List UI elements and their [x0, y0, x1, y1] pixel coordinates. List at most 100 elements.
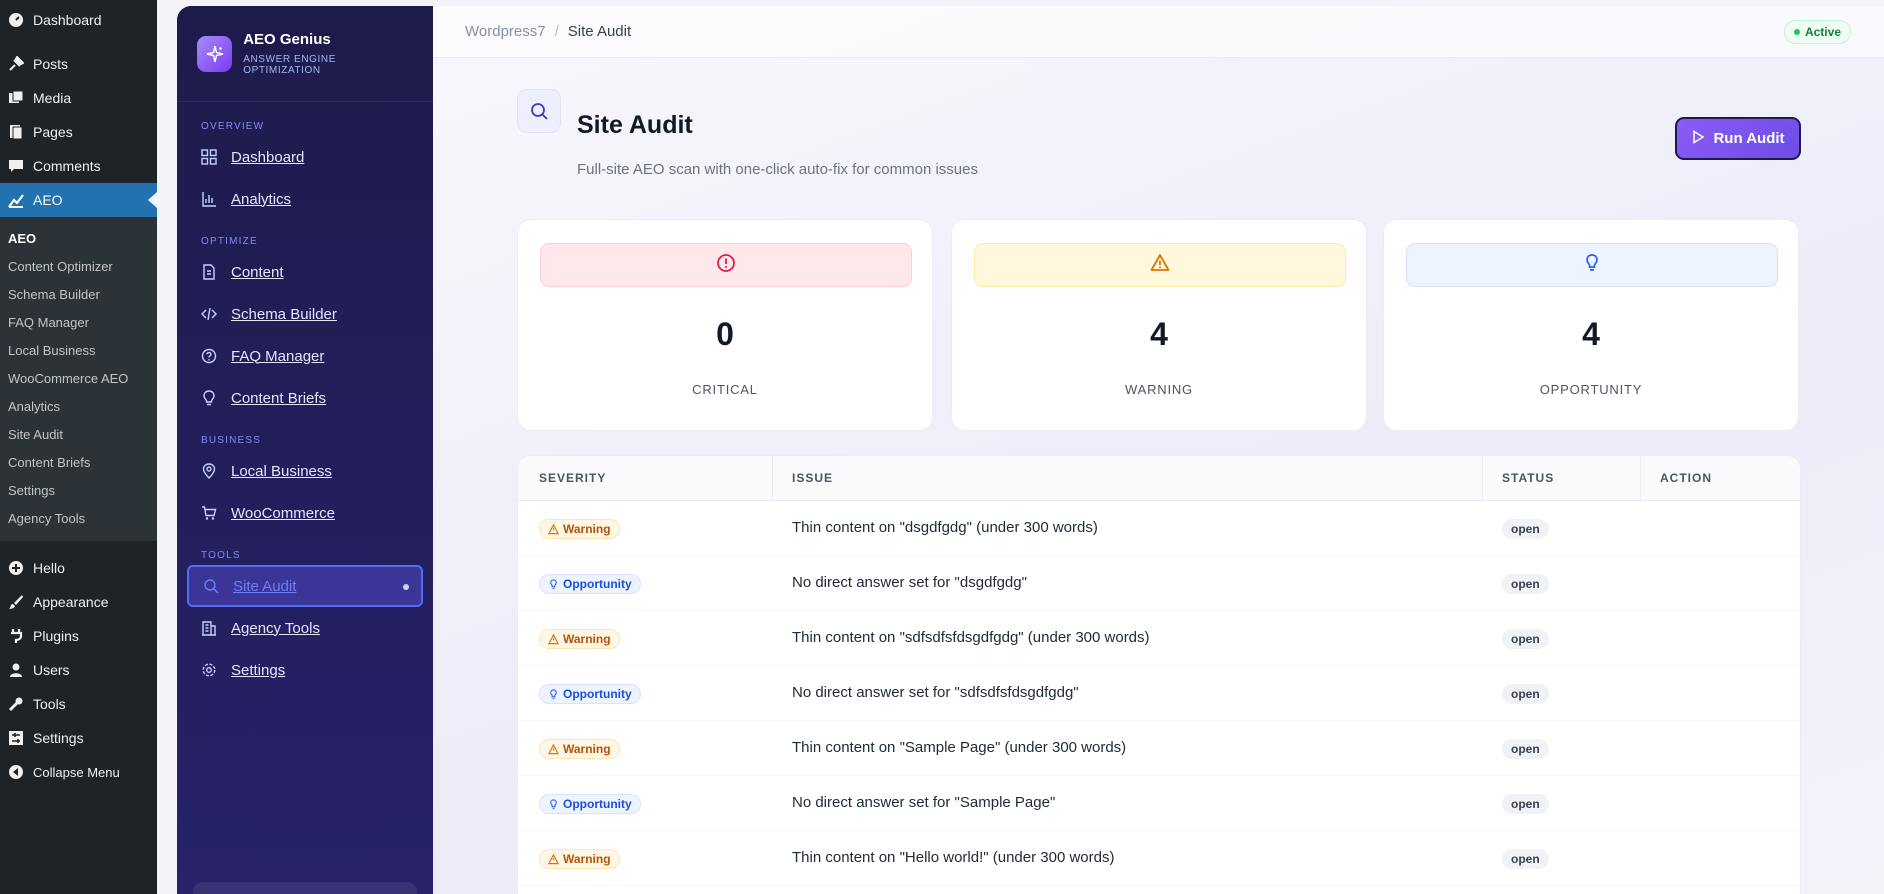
nav-woocommerce[interactable]: WooCommerce — [187, 492, 423, 534]
wp-menu-dashboard[interactable]: Dashboard — [0, 3, 157, 37]
warning-triangle-icon — [1150, 253, 1170, 278]
nav-agency-tools[interactable]: Agency Tools — [187, 607, 423, 649]
wp-submenu-item[interactable]: Site Audit — [0, 421, 157, 449]
wp-menu-label: Plugins — [33, 628, 79, 644]
wp-menu-hello[interactable]: Hello — [0, 551, 157, 585]
summary-card-critical: 0 CRITICAL — [517, 219, 933, 431]
gear-icon — [201, 662, 217, 678]
nav-analytics[interactable]: Analytics — [187, 178, 423, 220]
status-pill: open — [1502, 849, 1549, 869]
wp-menu-settings[interactable]: Settings — [0, 721, 157, 755]
status-pill: open — [1502, 739, 1549, 759]
nav-content-briefs[interactable]: Content Briefs — [187, 377, 423, 419]
search-icon — [203, 578, 219, 594]
severity-badge: Opportunity — [539, 794, 641, 814]
bar-chart-icon — [201, 191, 217, 207]
page-title: Site Audit — [577, 111, 693, 139]
wp-menu-plugins[interactable]: Plugins — [0, 619, 157, 653]
nav-dashboard[interactable]: Dashboard — [187, 136, 423, 178]
media-icon — [6, 88, 26, 108]
wp-submenu-item[interactable]: Settings — [0, 477, 157, 505]
active-dot — [403, 584, 409, 590]
wp-menu-label: Collapse Menu — [33, 764, 120, 780]
table-row: Warning Thin content on "Sample Page" (u… — [518, 721, 1800, 776]
wp-submenu-item[interactable]: AEO — [0, 225, 157, 253]
code-icon — [201, 306, 217, 322]
grid-icon — [201, 149, 217, 165]
severity-label: Opportunity — [563, 687, 632, 701]
nav-label: Content Briefs — [231, 389, 327, 407]
nav-local-business[interactable]: Local Business — [187, 450, 423, 492]
lightbulb-icon — [201, 390, 217, 406]
cart-icon — [201, 505, 217, 521]
nav-faq-manager[interactable]: FAQ Manager — [187, 335, 423, 377]
pages-icon — [6, 122, 26, 142]
summary-card-opportunity: 4 OPPORTUNITY — [1383, 219, 1799, 431]
issue-text: Thin content on "sdfsdfsfdsgdfgdg" (unde… — [792, 629, 1150, 646]
warning-triangle-icon — [548, 633, 559, 645]
sidebar-footer-card — [193, 882, 417, 894]
wp-menu-tools[interactable]: Tools — [0, 687, 157, 721]
severity-label: Warning — [563, 852, 611, 866]
header-divider — [1482, 456, 1483, 501]
severity-label: Warning — [563, 522, 611, 536]
nav-section-optimize: OPTIMIZE — [201, 236, 258, 247]
severity-badge: Warning — [539, 519, 620, 539]
run-audit-button[interactable]: Run Audit — [1675, 117, 1801, 160]
status-badge: Active — [1783, 20, 1851, 44]
lightbulb-icon — [548, 688, 559, 700]
nav-section-overview: OVERVIEW — [201, 121, 265, 132]
wp-submenu-item[interactable]: Schema Builder — [0, 281, 157, 309]
opportunity-band — [1406, 243, 1778, 287]
wp-menu-comments[interactable]: Comments — [0, 149, 157, 183]
header-status: STATUS — [1502, 471, 1555, 485]
status-pill: open — [1502, 519, 1549, 539]
nav-settings[interactable]: Settings — [187, 649, 423, 691]
header-issue: ISSUE — [792, 471, 834, 485]
wp-menu-posts[interactable]: Posts — [0, 47, 157, 81]
wp-submenu-item[interactable]: Content Briefs — [0, 449, 157, 477]
wp-menu-collapse[interactable]: Collapse Menu — [0, 755, 157, 789]
wp-submenu-item[interactable]: Local Business — [0, 337, 157, 365]
header-divider — [772, 456, 773, 501]
wp-menu-aeo[interactable]: AEO — [0, 183, 157, 217]
chart-icon — [6, 190, 26, 210]
critical-label: CRITICAL — [692, 382, 758, 397]
nav-label: Local Business — [231, 462, 332, 480]
wp-menu-users[interactable]: Users — [0, 653, 157, 687]
lightbulb-icon — [548, 578, 559, 590]
nav-label: Site Audit — [233, 577, 297, 595]
wp-submenu-item[interactable]: Content Optimizer — [0, 253, 157, 281]
wrench-icon — [6, 694, 26, 714]
map-pin-icon — [201, 463, 217, 479]
wp-submenu-item[interactable]: Agency Tools — [0, 505, 157, 533]
breadcrumb-root[interactable]: Wordpress7 — [465, 23, 546, 40]
issue-text: No direct answer set for "sdfsdfsfdsgdfg… — [792, 684, 1079, 701]
run-audit-label: Run Audit — [1713, 130, 1785, 147]
warning-count: 4 — [1150, 316, 1168, 352]
status-pill: open — [1502, 629, 1549, 649]
help-circle-icon — [201, 348, 217, 364]
wp-menu-appearance[interactable]: Appearance — [0, 585, 157, 619]
warning-band — [974, 243, 1346, 287]
search-icon — [517, 89, 561, 133]
wp-menu-label: Media — [33, 90, 72, 106]
wp-submenu-item[interactable]: WooCommerce AEO — [0, 365, 157, 393]
wp-menu-pages[interactable]: Pages — [0, 115, 157, 149]
severity-badge: Warning — [539, 739, 620, 759]
header-severity: SEVERITY — [539, 471, 607, 485]
wp-submenu-item[interactable]: Analytics — [0, 393, 157, 421]
nav-site-audit[interactable]: Site Audit — [187, 565, 423, 607]
lightbulb-icon — [1582, 253, 1602, 278]
issue-text: Thin content on "dsgdfgdg" (under 300 wo… — [792, 519, 1098, 536]
nav-schema-builder[interactable]: Schema Builder — [187, 293, 423, 335]
wp-submenu-item[interactable]: FAQ Manager — [0, 309, 157, 337]
severity-badge: Warning — [539, 849, 620, 869]
nav-content[interactable]: Content — [187, 251, 423, 293]
wp-menu-label: Tools — [33, 696, 66, 712]
table-row: Opportunity No direct answer set for "Sa… — [518, 776, 1800, 831]
severity-label: Warning — [563, 742, 611, 756]
page-header: Site Audit Full-site AEO scan with one-c… — [517, 89, 1801, 189]
wp-menu-media[interactable]: Media — [0, 81, 157, 115]
plus-circle-icon — [6, 558, 26, 578]
